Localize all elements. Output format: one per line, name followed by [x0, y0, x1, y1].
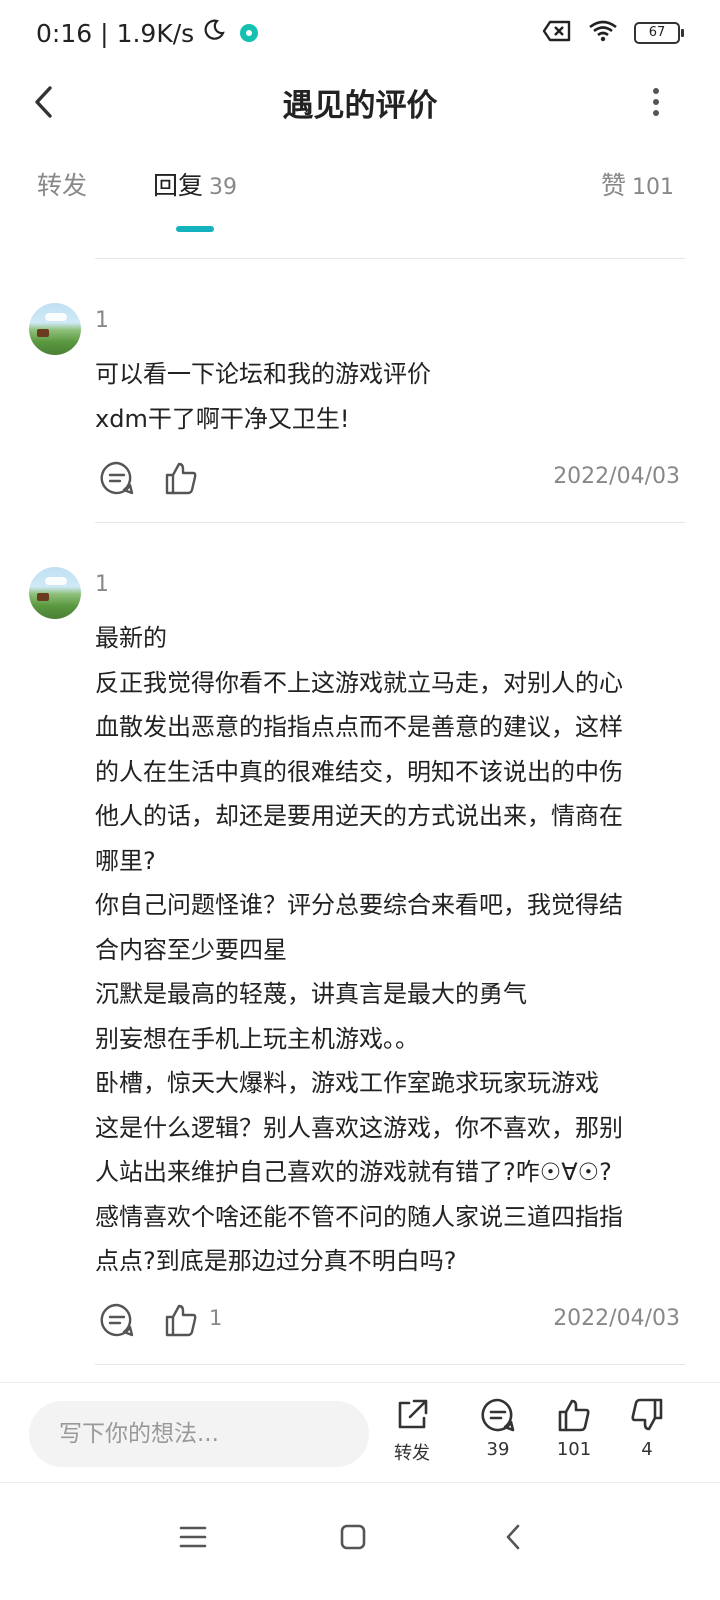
active-tab-indicator: [176, 226, 214, 232]
comment-line: 合内容至少要四星: [95, 935, 287, 964]
status-time: 0:16: [36, 18, 93, 48]
tab-reply-count: 39: [209, 175, 238, 200]
more-options-button[interactable]: [636, 80, 676, 124]
comment-line: 最新的: [95, 624, 167, 652]
comment-line: 反正我觉得你看不上这游戏就立马走，对别人的心: [95, 668, 623, 697]
menu-icon: [179, 1526, 207, 1548]
comment-line: 感情喜欢个啥还能不管不问的随人家说三道四指指: [95, 1202, 623, 1231]
comment-username[interactable]: 1: [95, 308, 109, 333]
avatar[interactable]: [29, 567, 81, 619]
like-button[interactable]: [161, 458, 201, 498]
comment-line: 你自己问题怪谁？评分总要综合来看吧，我觉得结: [95, 891, 623, 919]
comments-count: 39: [486, 1439, 510, 1460]
battery-icon: 67: [634, 22, 684, 44]
status-bar: 0:16 | 1.9K/s 67: [0, 0, 720, 68]
comment-line: 他人的话，却还是要用逆天的方式说出来，情商在: [95, 802, 623, 830]
comment-line: 可以看一下论坛和我的游戏评价: [95, 360, 431, 388]
forward-button[interactable]: 转发: [377, 1397, 447, 1465]
comment-body: 可以看一下论坛和我的游戏评价 xdm干了啊干净又卫生!: [95, 352, 670, 441]
comment-line: 别妄想在手机上玩主机游戏。。: [95, 1024, 419, 1053]
avatar-cow: [37, 593, 49, 601]
avatar-cow: [37, 329, 49, 337]
comment-actions: 2022/04/03: [95, 458, 685, 502]
divider: [95, 258, 685, 259]
divider: [95, 522, 685, 523]
comment-icon: [481, 1398, 515, 1432]
avatar-cloud: [45, 313, 67, 321]
comment-actions: 1 2022/04/03: [95, 1300, 685, 1344]
share-icon: [398, 1399, 428, 1429]
thumbs-up-icon: [165, 1304, 197, 1337]
tab-like-label: 赞: [600, 171, 626, 200]
network-speed: 1.9K/s: [116, 18, 195, 48]
comment-line: 人站出来维护自己喜欢的游戏就有错了?咋☉∀☉?: [95, 1158, 612, 1186]
page-title: 遇见的评价: [282, 88, 438, 124]
recent-apps-button[interactable]: [163, 1507, 223, 1567]
comment-line: 沉默是最高的轻蔑，讲真言是最大的勇气: [95, 980, 527, 1008]
like-button[interactable]: [161, 1300, 201, 1340]
comment-icon: [100, 461, 134, 495]
comment-body: 最新的 反正我觉得你看不上这游戏就立马走，对别人的心 血散发出恶意的指指点点而不…: [95, 616, 670, 1284]
comments-button[interactable]: 39: [463, 1397, 533, 1460]
dislikes-button[interactable]: 4: [612, 1397, 682, 1460]
likes-count: 101: [556, 1439, 592, 1460]
avatar[interactable]: [29, 303, 81, 355]
like-count: 1: [209, 1306, 223, 1330]
tab-forward[interactable]: 转发: [37, 166, 87, 202]
tab-like[interactable]: 赞 101: [601, 166, 674, 202]
moon-icon: [202, 18, 226, 48]
avatar-cloud: [45, 577, 67, 585]
back-icon: [506, 1524, 520, 1550]
comment-date: 2022/04/03: [553, 464, 680, 489]
status-separator: |: [100, 18, 109, 48]
reply-button[interactable]: [97, 458, 137, 498]
comment-line: 这是什么逻辑？别人喜欢这游戏，你不喜欢，那别: [95, 1113, 623, 1142]
app-notification-dot: [240, 24, 259, 42]
comment-icon: [100, 1303, 134, 1337]
comment-item: 1 最新的 反正我觉得你看不上这游戏就立马走，对别人的心 血散发出恶意的指指点点…: [0, 564, 720, 1364]
dislikes-count: 4: [641, 1439, 653, 1460]
thumbs-down-icon: [631, 1398, 663, 1431]
bottom-action-bar: 写下你的想法... 转发 39 101 4: [0, 1382, 720, 1482]
wifi-icon: [588, 20, 618, 46]
comment-line: 哪里?: [95, 846, 156, 875]
system-nav-bar: [0, 1482, 720, 1600]
reply-button[interactable]: [97, 1300, 137, 1340]
tab-like-count: 101: [632, 175, 674, 200]
comment-input[interactable]: 写下你的想法...: [29, 1401, 369, 1467]
status-right: 67: [542, 20, 684, 46]
sim-off-icon: [542, 20, 572, 46]
comment-line: 卧槽，惊天大爆料，游戏工作室跪求玩家玩游戏: [95, 1069, 599, 1097]
thumbs-up-icon: [165, 462, 197, 495]
divider: [95, 1364, 685, 1365]
comment-line: 的人在生活中真的很难结交，明知不该说出的中伤: [95, 757, 623, 786]
comment-date: 2022/04/03: [553, 1306, 680, 1331]
comment-line: 血散发出恶意的指指点点而不是善意的建议，这样: [95, 713, 623, 741]
comment-line: xdm干了啊干净又卫生!: [95, 404, 350, 433]
status-left: 0:16 | 1.9K/s: [36, 18, 259, 48]
tab-forward-label: 转发: [37, 171, 88, 200]
tab-reply-label: 回复: [153, 171, 204, 200]
comment-item: 1 可以看一下论坛和我的游戏评价 xdm干了啊干净又卫生! 2022/04/03: [0, 300, 720, 522]
vertical-dots-icon: [653, 88, 659, 116]
home-icon: [340, 1524, 366, 1550]
comment-line: 点点?到底是那边过分真不明白吗?: [95, 1247, 457, 1275]
likes-button[interactable]: 101: [539, 1397, 609, 1460]
system-back-button[interactable]: [483, 1507, 543, 1567]
tab-bar: 转发 回复 39 赞 101: [0, 166, 720, 236]
tab-reply[interactable]: 回复 39: [153, 166, 237, 202]
forward-label: 转发: [394, 1443, 430, 1464]
thumbs-up-icon: [558, 1399, 590, 1432]
home-button[interactable]: [323, 1507, 383, 1567]
comment-username[interactable]: 1: [95, 572, 109, 597]
header: 遇见的评价: [0, 70, 720, 134]
